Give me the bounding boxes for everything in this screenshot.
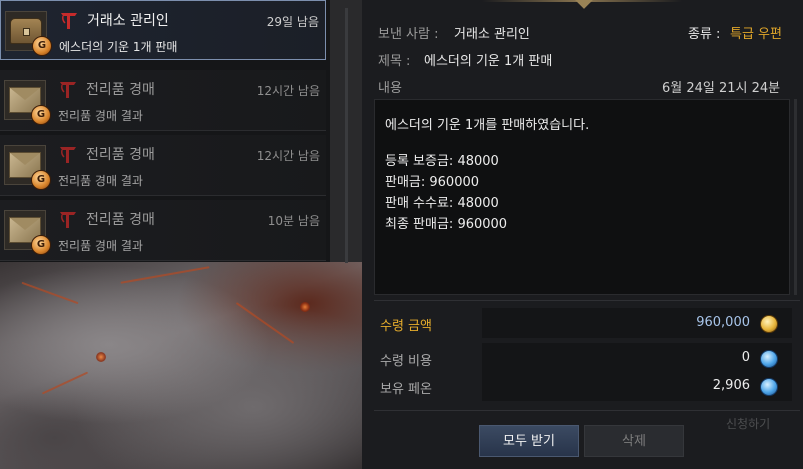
owned-pheon-box: 2,906 [482, 371, 792, 401]
mail-type-label: 종류 : [688, 27, 721, 42]
content-line: 판매금: 960000 [385, 175, 480, 190]
pheon-icon [760, 350, 778, 368]
mail-content-box: 에스더의 기운 1개를 판매하였습니다. 등록 보증금: 48000 판매금: … [374, 99, 790, 295]
gold-coin-icon [760, 315, 778, 333]
receive-cost-label: 수령 비용 [380, 354, 432, 369]
envelope-icon: G [4, 210, 51, 255]
divider [374, 410, 800, 411]
receive-cost-box: 0 [482, 343, 792, 373]
owned-pheon-value: 2,906 [712, 378, 750, 393]
receive-amount-value: 960,000 [696, 315, 750, 330]
receive-cost-value: 0 [741, 350, 750, 365]
pheon-icon [760, 378, 778, 396]
mail-sender: 전리품 경매 [86, 147, 155, 163]
content-scrollbar[interactable] [794, 99, 797, 295]
receive-cost-row: 수령 비용 0 [374, 343, 800, 373]
mail-item[interactable]: G 거래소 관리인 29일 남음 에스더의 기운 1개 판매 [0, 0, 326, 60]
mail-item[interactable]: G 전리품 경매 12시간 남음 전리품 경매 결과 [0, 70, 326, 131]
subject-value: 에스더의 기운 1개 판매 [424, 54, 553, 69]
owned-pheon-label: 보유 페온 [380, 382, 432, 397]
divider [374, 300, 800, 301]
sender-label: 보낸 사람 : [378, 27, 439, 42]
sender-emblem-icon [61, 13, 77, 29]
receive-amount-box: 960,000 [482, 308, 792, 338]
background-rock-texture [0, 262, 362, 469]
subject-label: 제목 : [378, 54, 411, 69]
mail-subject: 전리품 경매 결과 [58, 109, 143, 123]
mail-sender: 거래소 관리인 [87, 13, 169, 29]
content-line: 에스더의 기운 1개를 판매하였습니다. [385, 118, 590, 133]
header-ornament-icon [574, 0, 594, 9]
background-ghost-text: 신청하기 [726, 417, 771, 431]
mail-sender: 전리품 경매 [86, 82, 155, 98]
mail-time-left: 10분 남음 [267, 214, 320, 228]
mail-type-value: 특급 우편 [730, 27, 782, 42]
content-label: 내용 [378, 81, 402, 96]
content-line: 최종 판매금: 960000 [385, 217, 508, 232]
mail-list-scrollbar[interactable] [345, 8, 348, 263]
mail-detail-panel: 보낸 사람 : 거래소 관리인 종류 : 특급 우편 제목 : 에스더의 기운 … [362, 0, 803, 469]
envelope-icon: G [4, 80, 51, 125]
sender-emblem-icon [60, 147, 76, 163]
mail-time-left: 29일 남음 [266, 15, 319, 29]
mail-sender: 전리품 경매 [86, 212, 155, 228]
coin-badge-icon: G [31, 170, 51, 190]
mail-item[interactable]: G 전리품 경매 10분 남음 전리품 경매 결과 [0, 200, 326, 261]
sender-emblem-icon [60, 82, 76, 98]
receive-amount-label: 수령 금액 [380, 319, 432, 334]
coin-badge-icon: G [31, 105, 51, 125]
mail-time-left: 12시간 남음 [256, 84, 320, 98]
sender-value: 거래소 관리인 [454, 27, 530, 42]
mail-item[interactable]: G 전리품 경매 12시간 남음 전리품 경매 결과 [0, 135, 326, 196]
mail-subject: 에스더의 기운 1개 판매 [59, 40, 178, 54]
coin-badge-icon: G [31, 235, 51, 255]
owned-pheon-row: 보유 페온 2,906 [374, 371, 800, 401]
mail-date: 6월 24일 21시 24분 [662, 81, 781, 96]
coin-badge-icon: G [32, 36, 52, 56]
receive-all-button[interactable]: 모두 받기 [479, 425, 579, 457]
content-line: 판매 수수료: 48000 [385, 196, 499, 211]
mail-subject: 전리품 경매 결과 [58, 174, 143, 188]
delete-button[interactable]: 삭제 [584, 425, 684, 457]
content-line: 등록 보증금: 48000 [385, 154, 499, 169]
receive-amount-row: 수령 금액 960,000 [374, 308, 800, 338]
mail-list: G 거래소 관리인 29일 남음 에스더의 기운 1개 판매 G 전리품 경매 … [0, 0, 330, 262]
sender-emblem-icon [60, 212, 76, 228]
mail-time-left: 12시간 남음 [256, 149, 320, 163]
chest-icon: G [5, 11, 52, 56]
mail-subject: 전리품 경매 결과 [58, 239, 143, 253]
envelope-icon: G [4, 145, 51, 190]
